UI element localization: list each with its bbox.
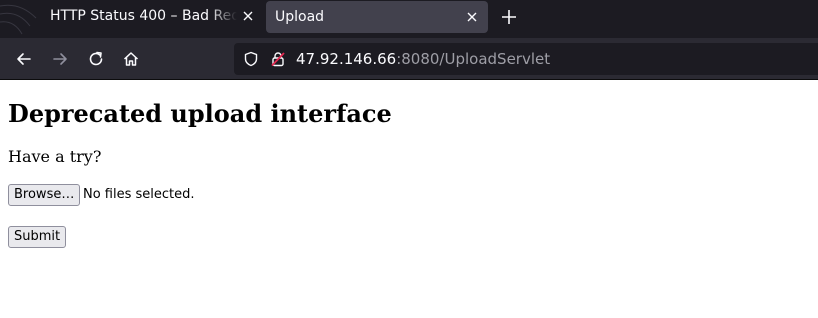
url-text[interactable]: 47.92.146.66:8080/UploadServlet (296, 50, 550, 68)
navigation-bar: 47.92.146.66:8080/UploadServlet (0, 38, 818, 80)
submit-button[interactable]: Submit (8, 226, 67, 248)
file-status-text: No files selected. (83, 187, 195, 202)
back-arrow-icon[interactable] (15, 50, 33, 68)
url-path: :8080/UploadServlet (396, 50, 551, 68)
url-host: 47.92.146.66 (296, 50, 397, 68)
plus-icon[interactable] (500, 8, 518, 26)
reload-icon[interactable] (87, 50, 105, 68)
address-bar[interactable]: 47.92.146.66:8080/UploadServlet (234, 43, 818, 75)
close-icon[interactable] (241, 9, 255, 23)
tab-http-status[interactable]: HTTP Status 400 – Bad Request (40, 0, 265, 32)
decorative-pattern (0, 4, 37, 35)
tab-upload[interactable]: Upload (266, 1, 488, 33)
tab-strip: HTTP Status 400 – Bad Request Upload (0, 0, 818, 38)
shield-icon[interactable] (243, 51, 259, 67)
tab-title: HTTP Status 400 – Bad Request (50, 8, 237, 24)
tab-title: Upload (275, 9, 325, 25)
page-content: Deprecated upload interface Have a try? … (0, 81, 818, 318)
page-title: Deprecated upload interface (8, 99, 392, 128)
insecure-lock-icon[interactable] (270, 51, 286, 67)
close-icon[interactable] (465, 10, 479, 24)
browse-button[interactable]: Browse… (8, 184, 81, 206)
home-icon[interactable] (122, 50, 140, 68)
page-prompt: Have a try? (8, 147, 102, 166)
forward-arrow-icon[interactable] (51, 50, 69, 68)
